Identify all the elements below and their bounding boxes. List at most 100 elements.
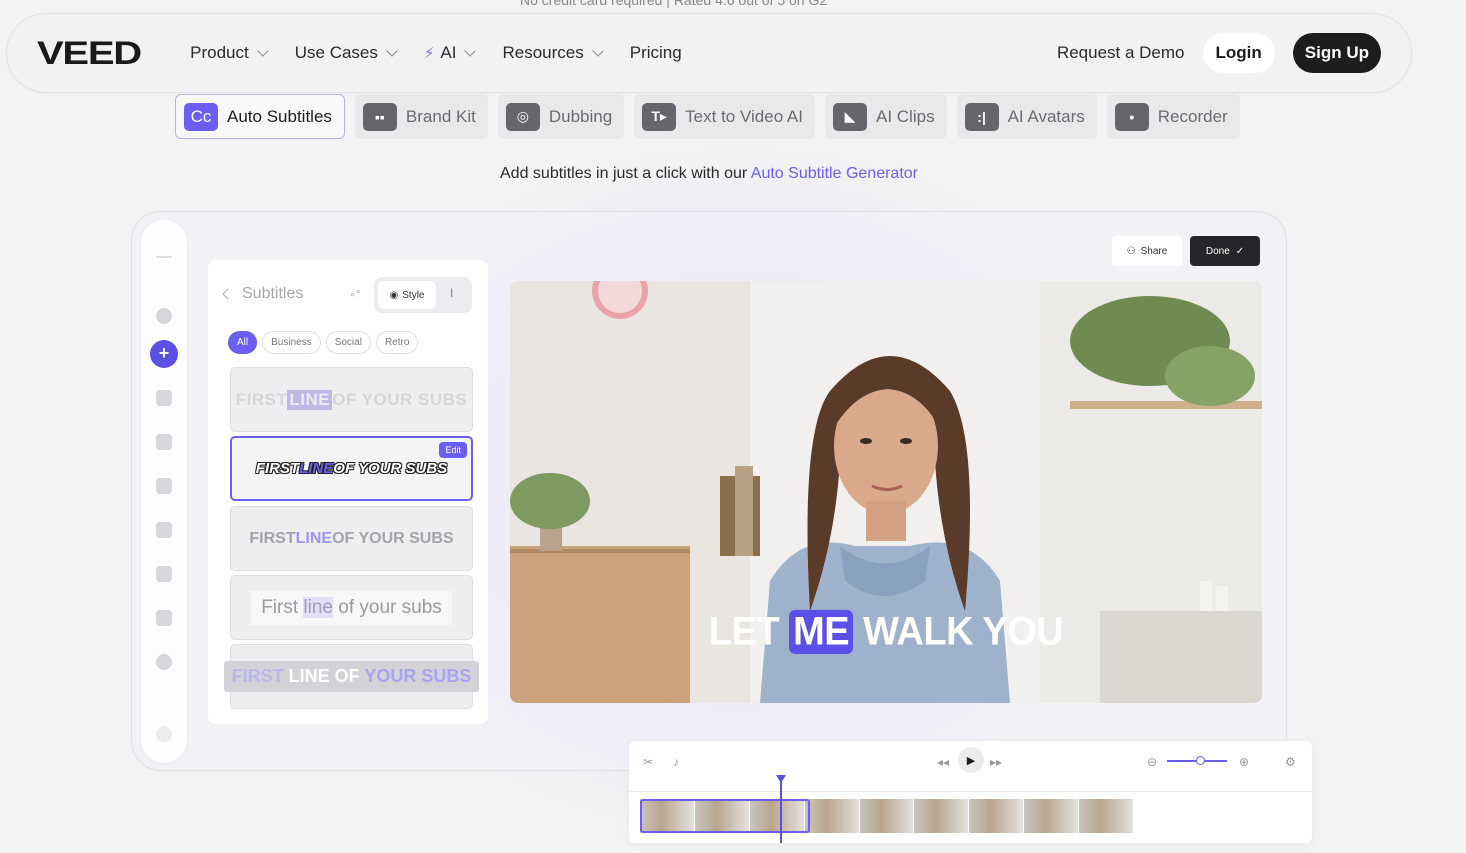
preset-box: First line of your subs: [251, 590, 452, 625]
video-caption: LET ME WALK YOU: [510, 609, 1262, 655]
tab-dubbing[interactable]: ◎ Dubbing: [497, 94, 625, 139]
feature-tabs: Cc Auto Subtitles ▪▪ Brand Kit ◎ Dubbing…: [175, 94, 1240, 139]
preset-text: FIRST: [249, 529, 296, 547]
tab-ai-avatars[interactable]: :| AI Avatars: [956, 94, 1097, 139]
top-nav: VEED Product Use Cases ⚡ AI Resources Pr…: [6, 13, 1412, 93]
tab-brand-kit[interactable]: ▪▪ Brand Kit: [354, 94, 488, 139]
clip-thumbnail: [969, 799, 1025, 833]
back-icon[interactable]: [222, 288, 234, 300]
nav-product-label: Product: [190, 43, 249, 62]
record-icon: •: [1114, 102, 1149, 131]
preset-highlight: LINE: [287, 389, 333, 410]
style-toggle: ◉ Style I: [374, 277, 472, 313]
preset-text: FIRST: [235, 389, 288, 409]
preset-text: LINE OF: [288, 666, 365, 686]
tab-label: Brand Kit: [405, 106, 476, 126]
clip-thumbnail: [804, 799, 860, 833]
timeline: ✂ ♪ ◂◂ ▶ ▸▸ ⊖ ⊕ ⚙: [629, 741, 1312, 843]
request-demo-link[interactable]: Request a Demo: [1057, 43, 1185, 63]
nav-ai[interactable]: ⚡ AI: [423, 43, 477, 63]
add-user-icon: ⚇: [1126, 245, 1136, 257]
filter-business[interactable]: Business: [262, 331, 321, 354]
nav-pricing[interactable]: Pricing: [630, 43, 682, 63]
brand-kit-icon: ▪▪: [362, 102, 397, 131]
login-button[interactable]: Login: [1202, 33, 1275, 73]
play-button[interactable]: ▶: [958, 747, 984, 773]
record-icon[interactable]: [156, 566, 172, 582]
tab-auto-subtitles[interactable]: Cc Auto Subtitles: [175, 94, 345, 139]
tab-label: Recorder: [1157, 106, 1228, 126]
link-icon[interactable]: ∘°: [349, 288, 360, 301]
zoom-out-icon[interactable]: ⊖: [1147, 755, 1157, 769]
share-button[interactable]: ⚇ Share: [1112, 236, 1182, 266]
veed-logo[interactable]: VEED: [37, 35, 142, 72]
tab-ai-clips[interactable]: ◣ AI Clips: [825, 94, 947, 139]
text-cursor-icon[interactable]: I: [450, 286, 453, 300]
menu-icon[interactable]: [156, 256, 172, 258]
nav-pricing-label: Pricing: [629, 43, 682, 62]
nav-resources[interactable]: Resources: [502, 43, 604, 63]
scissors-icon[interactable]: ✂: [643, 755, 653, 769]
preset-text: FIRST: [231, 666, 289, 686]
style-label: Style: [402, 289, 425, 301]
style-button[interactable]: ◉ Style: [378, 281, 436, 309]
chevron-down-icon: [464, 45, 477, 57]
subtitles-icon[interactable]: [156, 434, 172, 450]
globe-icon: ◎: [505, 102, 540, 131]
subtitle-preset-2[interactable]: FIRST LINE OF YOUR SUBS Edit: [230, 436, 473, 501]
playhead[interactable]: [780, 777, 782, 843]
subtitle-preset-1[interactable]: FIRST LINE OF YOUR SUBS: [230, 367, 473, 432]
text-icon[interactable]: [156, 478, 172, 494]
preset-text: OF YOUR SUBS: [332, 529, 454, 547]
text-to-video-icon: T▸: [642, 102, 677, 131]
video-preview[interactable]: LET ME WALK YOU: [510, 281, 1262, 703]
elements-icon[interactable]: [156, 522, 172, 538]
preset-text: OF YOUR SUBS: [332, 389, 468, 409]
settings-icon[interactable]: [156, 308, 172, 324]
help-icon[interactable]: [156, 726, 172, 742]
caption-text: LET: [708, 609, 790, 655]
preset-text: FIRST: [255, 460, 300, 477]
gear-icon[interactable]: ⚙: [1285, 755, 1296, 769]
cc-icon: Cc: [184, 102, 218, 131]
preset-text: OF YOUR SUBS: [333, 460, 448, 477]
nav-use-cases[interactable]: Use Cases: [295, 43, 398, 63]
preset-text: First: [261, 596, 304, 618]
filter-social[interactable]: Social: [325, 331, 371, 354]
clip-thumbnail: [1024, 799, 1080, 833]
transitions-icon[interactable]: [156, 610, 172, 626]
tab-recorder[interactable]: • Recorder: [1106, 94, 1240, 139]
rewind-icon[interactable]: ◂◂: [937, 755, 949, 769]
tab-label: Dubbing: [548, 106, 613, 126]
clip-thumbnail: [914, 799, 970, 833]
filter-all[interactable]: All: [228, 331, 258, 354]
edit-badge[interactable]: Edit: [439, 442, 467, 458]
selected-clip[interactable]: [640, 799, 810, 833]
panel-title: Subtitles: [242, 285, 304, 302]
auto-subtitle-generator-link[interactable]: Auto Subtitle Generator: [751, 165, 918, 182]
zoom-slider-handle[interactable]: [1196, 756, 1205, 765]
subtitle-tagline: Add subtitles in just a click with our A…: [0, 165, 1418, 183]
tab-text-to-video[interactable]: T▸ Text to Video AI: [634, 94, 815, 139]
done-button[interactable]: Done ✓: [1190, 236, 1260, 266]
share-label: Share: [1140, 245, 1168, 257]
caption-highlight: ME: [789, 609, 854, 654]
tool-rail: +: [141, 220, 187, 763]
panel-header: Subtitles: [222, 285, 304, 303]
nav-actions: Request a Demo Login Sign Up: [1057, 33, 1381, 73]
lightning-icon: ⚡: [423, 45, 435, 62]
fast-forward-icon[interactable]: ▸▸: [990, 755, 1002, 769]
microphone-icon[interactable]: ♪: [673, 755, 679, 769]
preset-highlight: LINE: [299, 460, 334, 477]
zoom-in-icon[interactable]: ⊕: [1239, 755, 1249, 769]
subtitle-preset-3[interactable]: FIRST LINE OF YOUR SUBS: [230, 506, 473, 571]
filter-retro[interactable]: Retro: [375, 331, 419, 354]
add-media-button[interactable]: +: [150, 340, 178, 368]
nav-product[interactable]: Product: [190, 43, 269, 63]
subtitle-preset-4[interactable]: First line of your subs: [230, 575, 473, 640]
chevron-down-icon: [386, 45, 398, 57]
subtitle-preset-5[interactable]: FIRST LINE OF YOUR SUBS: [223, 644, 480, 709]
audio-icon[interactable]: [156, 390, 172, 406]
filters-icon[interactable]: [156, 654, 172, 670]
signup-button[interactable]: Sign Up: [1292, 33, 1381, 73]
